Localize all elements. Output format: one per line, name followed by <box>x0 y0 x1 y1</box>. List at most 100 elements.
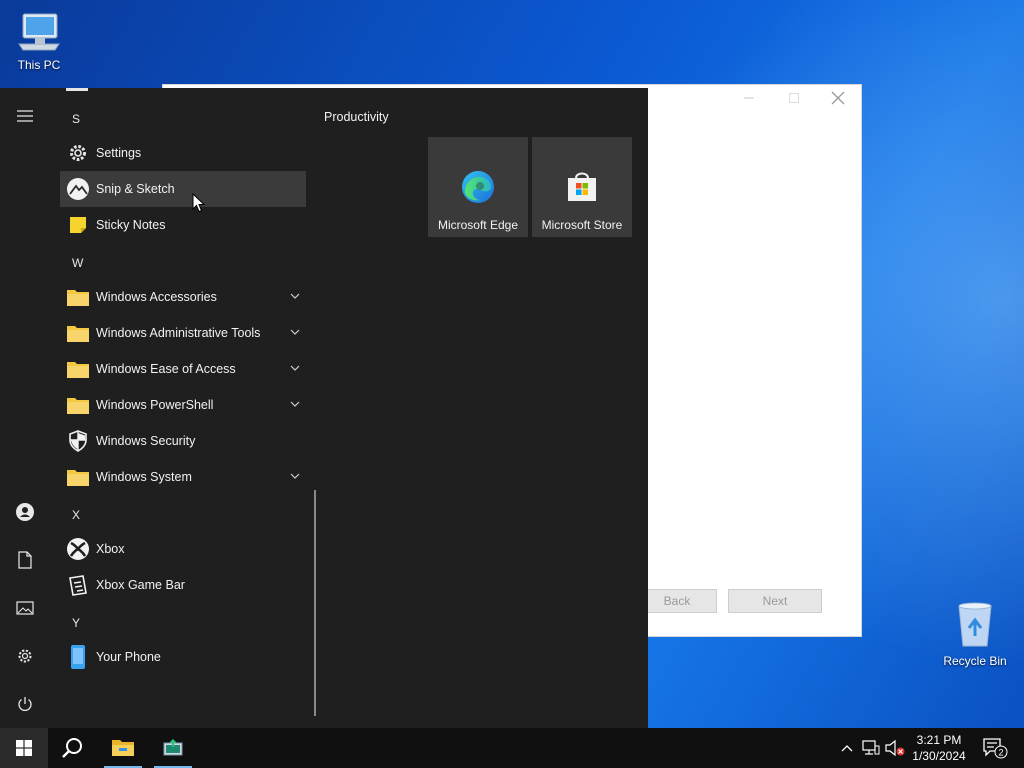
network-icon <box>862 740 880 755</box>
volume-button[interactable] <box>884 728 906 768</box>
clock-time: 3:21 PM <box>916 733 962 747</box>
back-button[interactable]: Back <box>637 589 717 613</box>
app-windows-admin-tools[interactable]: Windows Administrative Tools <box>60 315 306 351</box>
setup-app-taskbar-button[interactable] <box>154 728 192 768</box>
snip-sketch-icon <box>60 177 96 201</box>
app-settings[interactable]: Settings <box>60 135 306 171</box>
computer-icon <box>18 13 60 51</box>
edge-icon <box>462 171 494 203</box>
chevron-up-icon <box>841 745 853 752</box>
chevron-down-icon[interactable] <box>290 399 300 409</box>
shield-icon <box>60 430 96 452</box>
app-label: Windows Accessories <box>96 290 217 304</box>
folder-icon <box>60 467 96 487</box>
app-windows-accessories[interactable]: Windows Accessories <box>60 279 306 315</box>
app-windows-ease-of-access[interactable]: Windows Ease of Access <box>60 351 306 387</box>
phone-icon <box>60 644 96 670</box>
notification-icon: 2 <box>983 738 1008 759</box>
taskbar: 3:21 PM 1/30/2024 2 <box>0 728 1024 768</box>
sticky-note-icon <box>60 215 96 235</box>
action-center-button[interactable]: 2 <box>978 728 1012 768</box>
letter-header-s[interactable]: S <box>72 112 80 126</box>
file-explorer-taskbar-button[interactable] <box>104 728 142 768</box>
game-bar-icon <box>60 574 96 596</box>
xbox-icon <box>60 537 96 561</box>
tile-group-title[interactable]: Productivity <box>324 110 389 124</box>
clock[interactable]: 3:21 PM 1/30/2024 <box>906 732 972 764</box>
chevron-down-icon[interactable] <box>290 327 300 337</box>
tile-microsoft-edge[interactable]: Microsoft Edge <box>428 137 528 237</box>
chevron-down-icon[interactable] <box>290 471 300 481</box>
folder-icon <box>60 323 96 343</box>
app-label: Windows PowerShell <box>96 398 214 412</box>
power-button[interactable] <box>0 682 50 726</box>
recycle-bin-label: Recycle Bin <box>943 654 1007 668</box>
settings-gear-icon <box>18 649 32 663</box>
recycle-bin-icon <box>958 602 992 647</box>
user-icon <box>16 503 34 521</box>
expand-menu-button[interactable] <box>0 94 50 138</box>
store-bag-icon <box>568 172 596 201</box>
app-label: Windows Administrative Tools <box>96 326 261 340</box>
clock-date: 1/30/2024 <box>912 749 966 763</box>
maximize-button[interactable] <box>783 91 805 107</box>
app-label: Windows Security <box>96 434 196 448</box>
windows-logo-icon <box>16 740 32 756</box>
close-button[interactable] <box>827 91 849 107</box>
app-xbox[interactable]: Xbox <box>60 531 306 567</box>
recycle-bin-desktop-icon[interactable]: Recycle Bin <box>937 600 1013 668</box>
this-pc-label: This PC <box>17 58 61 72</box>
app-label: Sticky Notes <box>96 218 166 232</box>
app-xbox-game-bar[interactable]: Xbox Game Bar <box>60 567 306 603</box>
app-label: Snip & Sketch <box>96 182 175 196</box>
search-icon <box>62 738 82 758</box>
pictures-button[interactable] <box>0 586 50 630</box>
chevron-down-icon[interactable] <box>290 291 300 301</box>
chevron-down-icon[interactable] <box>290 363 300 373</box>
app-windows-security[interactable]: Windows Security <box>60 423 306 459</box>
tile-microsoft-store[interactable]: Microsoft Store <box>532 137 632 237</box>
app-label: Settings <box>96 146 142 160</box>
list-top-marker <box>66 88 88 91</box>
app-label: Your Phone <box>96 650 161 664</box>
folder-icon <box>60 395 96 415</box>
app-windows-system[interactable]: Windows System <box>60 459 306 495</box>
app-your-phone[interactable]: Your Phone <box>60 639 306 675</box>
folder-icon <box>60 359 96 379</box>
next-button[interactable]: Next <box>728 589 822 613</box>
app-snip-sketch[interactable]: Snip & Sketch <box>60 171 306 207</box>
app-label: Xbox <box>96 542 125 556</box>
this-pc-desktop-icon[interactable]: This PC <box>1 10 77 72</box>
power-icon <box>18 697 32 711</box>
start-menu: S Settings Snip & Sketch Sticky Notes W … <box>0 88 648 728</box>
start-button[interactable] <box>0 728 48 768</box>
letter-header-y[interactable]: Y <box>72 616 80 630</box>
gear-icon <box>60 143 96 163</box>
close-icon <box>831 91 845 105</box>
tile-label: Microsoft Store <box>541 218 623 232</box>
show-hidden-icons-button[interactable] <box>838 728 856 768</box>
file-explorer-icon <box>112 740 134 756</box>
settings-rail-button[interactable] <box>0 634 50 678</box>
app-windows-powershell[interactable]: Windows PowerShell <box>60 387 306 423</box>
letter-header-w[interactable]: W <box>72 256 83 270</box>
letter-header-x[interactable]: X <box>72 508 80 522</box>
app-sticky-notes[interactable]: Sticky Notes <box>60 207 306 243</box>
network-button[interactable] <box>860 728 882 768</box>
minimize-button[interactable] <box>738 91 760 107</box>
user-account-button[interactable] <box>0 490 50 534</box>
documents-icon <box>18 551 32 569</box>
volume-muted-icon <box>885 740 905 756</box>
tile-label: Microsoft Edge <box>437 218 519 232</box>
app-label: Windows Ease of Access <box>96 362 236 376</box>
app-list: S Settings Snip & Sketch Sticky Notes W … <box>60 88 306 728</box>
setup-app-icon <box>163 739 183 756</box>
folder-icon <box>60 287 96 307</box>
app-list-scrollbar[interactable] <box>314 490 316 716</box>
maximize-icon <box>789 93 799 103</box>
minimize-icon <box>744 97 754 99</box>
documents-button[interactable] <box>0 538 50 582</box>
mouse-cursor-icon <box>192 193 206 213</box>
search-button[interactable] <box>48 728 96 768</box>
pictures-icon <box>16 601 34 615</box>
